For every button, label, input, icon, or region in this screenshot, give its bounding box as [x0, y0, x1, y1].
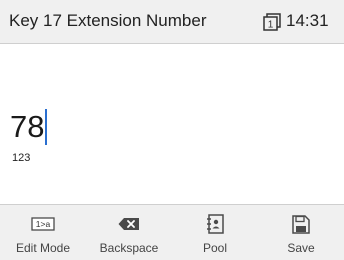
screen: Key 17 Extension Number 1 14:31 78 123 1…	[0, 0, 344, 260]
input-value: 78	[10, 109, 45, 144]
edit-mode-button[interactable]: 1>a Edit Mode	[0, 205, 86, 260]
text-cursor	[45, 109, 48, 145]
pool-button[interactable]: Pool	[172, 205, 258, 260]
edit-mode-icon-text: 1>a	[36, 219, 51, 229]
line-number: 1	[268, 20, 274, 31]
directory-icon	[203, 213, 227, 235]
save-label: Save	[287, 241, 315, 255]
input-area[interactable]: 78 123	[0, 44, 344, 204]
screen-title: Key 17 Extension Number	[9, 11, 207, 30]
title-bar: Key 17 Extension Number 1 14:31	[0, 0, 344, 44]
pool-label: Pool	[202, 241, 228, 255]
backspace-icon	[117, 213, 141, 235]
line-key-icon: 1	[263, 13, 281, 31]
save-button[interactable]: Save	[258, 205, 344, 260]
softkey-bar: 1>a Edit Mode Backspace Pool Save	[0, 204, 344, 260]
number-input[interactable]: 78	[10, 108, 48, 146]
input-mode-indicator: 123	[12, 152, 31, 164]
edit-mode-icon: 1>a	[31, 213, 55, 235]
edit-mode-label: Edit Mode	[15, 241, 71, 255]
clock: 14:31	[286, 11, 329, 30]
save-icon	[289, 213, 313, 235]
backspace-button[interactable]: Backspace	[86, 205, 172, 260]
backspace-label: Backspace	[99, 241, 159, 255]
